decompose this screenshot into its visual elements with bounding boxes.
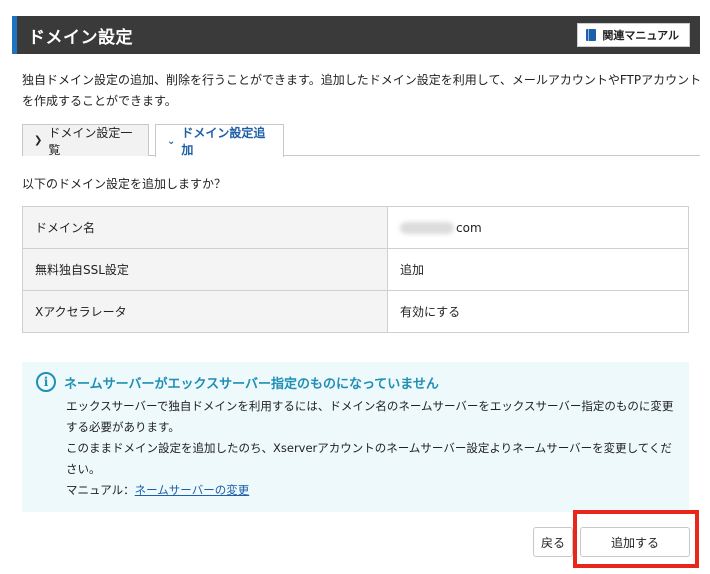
nameserver-notice: i ネームサーバーがエックスサーバー指定のものになっていません エックスサーバー… — [22, 362, 689, 512]
row-value-accelerator: 有効にする — [387, 290, 689, 333]
redacted-domain — [400, 222, 454, 234]
tab-domain-add[interactable]: ⌄ ドメイン設定追加 — [155, 124, 284, 157]
add-button[interactable]: 追加する — [580, 527, 690, 557]
table-row: 無料独自SSL設定 追加 — [22, 248, 689, 291]
row-label-accelerator: Xアクセラレータ — [22, 290, 388, 333]
notice-header: i ネームサーバーがエックスサーバー指定のものになっていません — [36, 372, 675, 392]
notice-body: エックスサーバーで独自ドメインを利用するには、ドメイン名のネームサーバーをエック… — [66, 396, 675, 501]
related-manual-button[interactable]: 関連マニュアル — [577, 23, 690, 47]
notice-title: ネームサーバーがエックスサーバー指定のものになっていません — [64, 376, 439, 392]
tab-domain-list-label: ドメイン設定一覧 — [48, 125, 133, 157]
book-icon — [586, 29, 597, 41]
notice-manual: マニュアル：ネームサーバーの変更 — [66, 480, 675, 501]
notice-line-1: エックスサーバーで独自ドメインを利用するには、ドメイン名のネームサーバーをエック… — [66, 399, 674, 434]
notice-line-2: このままドメイン設定を追加したのち、Xserverアカウントのネームサーバー設定… — [66, 441, 672, 476]
row-value-domain: com — [387, 206, 689, 249]
confirm-text: 以下のドメイン設定を追加しますか？ — [22, 177, 227, 191]
confirm-table: ドメイン名 com 無料独自SSL設定 追加 Xアクセラレータ 有効にする — [22, 206, 689, 333]
page-title: ドメイン設定 — [28, 27, 133, 48]
table-row: Xアクセラレータ 有効にする — [22, 290, 689, 333]
row-label-ssl: 無料独自SSL設定 — [22, 248, 388, 291]
domain-suffix: com — [456, 220, 482, 235]
related-manual-label: 関連マニュアル — [602, 29, 679, 42]
row-value-ssl: 追加 — [387, 248, 689, 291]
tab-domain-list[interactable]: ❯ ドメイン設定一覧 — [22, 124, 149, 157]
chevron-down-icon: ⌄ — [167, 135, 176, 147]
info-icon: i — [36, 372, 56, 392]
page-header: ドメイン設定 関連マニュアル — [12, 16, 700, 54]
notice-manual-prefix: マニュアル： — [66, 483, 135, 497]
nameserver-manual-link[interactable]: ネームサーバーの変更 — [135, 483, 250, 497]
row-label-domain: ドメイン名 — [22, 206, 388, 249]
tab-bar: ❯ ドメイン設定一覧 ⌄ ドメイン設定追加 — [22, 124, 700, 157]
page-description: 独自ドメイン設定の追加、削除を行うことができます。追加したドメイン設定を利用して… — [22, 73, 702, 108]
tab-domain-add-label: ドメイン設定追加 — [181, 126, 266, 157]
table-row: ドメイン名 com — [22, 206, 689, 249]
back-button[interactable]: 戻る — [533, 527, 573, 557]
chevron-right-icon: ❯ — [34, 135, 43, 146]
